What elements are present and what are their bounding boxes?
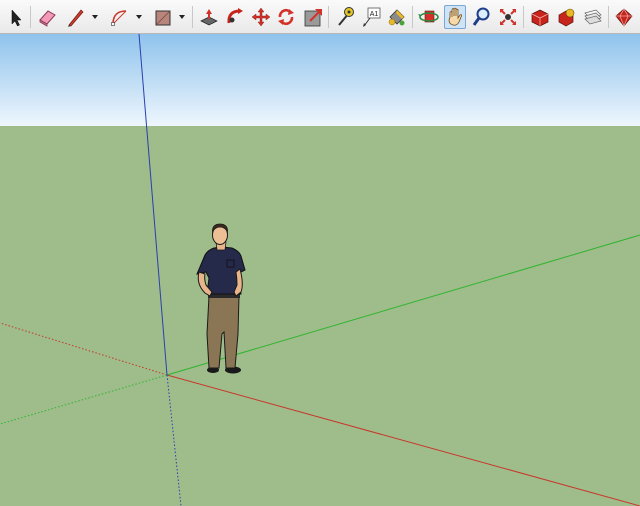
chevron-down-icon [179, 15, 185, 19]
follow-me-tool-button[interactable] [224, 5, 246, 29]
toolbar-separator [192, 6, 193, 28]
text-tool-label: A1 [370, 11, 379, 18]
follow-me-icon [227, 8, 243, 24]
extension-warehouse-button[interactable] [613, 5, 635, 29]
rectangle-tool-button[interactable] [152, 5, 174, 29]
toolbar-separator [523, 6, 524, 28]
move-icon [251, 7, 271, 27]
share-model-button[interactable] [555, 5, 577, 29]
zoom-extents-icon [500, 9, 516, 25]
sketchup-window: A1 [0, 0, 640, 506]
toolbar-separator [30, 6, 31, 28]
toolbar-separator [328, 6, 329, 28]
scale-tool-button[interactable] [302, 5, 324, 29]
toolbar-separator [412, 6, 413, 28]
share-model-icon [558, 8, 575, 27]
rectangle-tool-dropdown[interactable] [177, 5, 187, 29]
tape-measure-tool-button[interactable] [334, 5, 356, 29]
model-viewport[interactable] [0, 34, 640, 506]
move-tool-button[interactable] [250, 5, 272, 29]
select-arrow-icon [11, 9, 22, 27]
rectangle-icon [155, 10, 171, 26]
pan-tool-button[interactable] [444, 5, 466, 29]
line-tool-dropdown[interactable] [90, 5, 100, 29]
chevron-down-icon [92, 15, 98, 19]
push-pull-icon [200, 9, 218, 26]
getting-started-toolbar: A1 [0, 0, 640, 34]
text-tool-button[interactable]: A1 [360, 5, 382, 29]
rotate-tool-button[interactable] [275, 5, 297, 29]
pencil-line-icon [68, 9, 84, 27]
eraser-icon [39, 10, 56, 27]
3d-warehouse-button[interactable] [529, 5, 551, 29]
paint-bucket-tool-button[interactable] [386, 5, 408, 29]
tape-measure-icon [338, 7, 354, 26]
orbit-tool-button[interactable] [418, 5, 440, 29]
scene-canvas[interactable] [0, 34, 640, 506]
select-tool-button[interactable] [4, 5, 26, 29]
ground-plane [0, 126, 640, 506]
zoom-extents-tool-button[interactable] [497, 5, 519, 29]
eraser-tool-button[interactable] [36, 5, 58, 29]
arc-tool-button[interactable] [108, 5, 130, 29]
scale-icon [304, 9, 322, 27]
push-pull-tool-button[interactable] [198, 5, 220, 29]
sky [0, 34, 640, 126]
pan-hand-icon [448, 7, 462, 26]
zoom-magnifier-icon [472, 7, 490, 26]
arc-tool-dropdown[interactable] [134, 5, 144, 29]
zoom-tool-button[interactable] [471, 5, 493, 29]
orbit-icon [418, 10, 439, 23]
toolbar-separator [608, 6, 609, 28]
text-label-icon: A1 [363, 7, 381, 27]
line-tool-button[interactable] [64, 5, 86, 29]
extension-warehouse-icon [615, 8, 633, 27]
chevron-down-icon [136, 15, 142, 19]
3d-warehouse-icon [531, 9, 549, 27]
arc-icon [111, 10, 127, 26]
rotate-icon [278, 8, 294, 26]
paint-bucket-icon [388, 9, 405, 26]
send-to-layout-icon [584, 9, 602, 25]
send-to-layout-button[interactable] [582, 5, 604, 29]
